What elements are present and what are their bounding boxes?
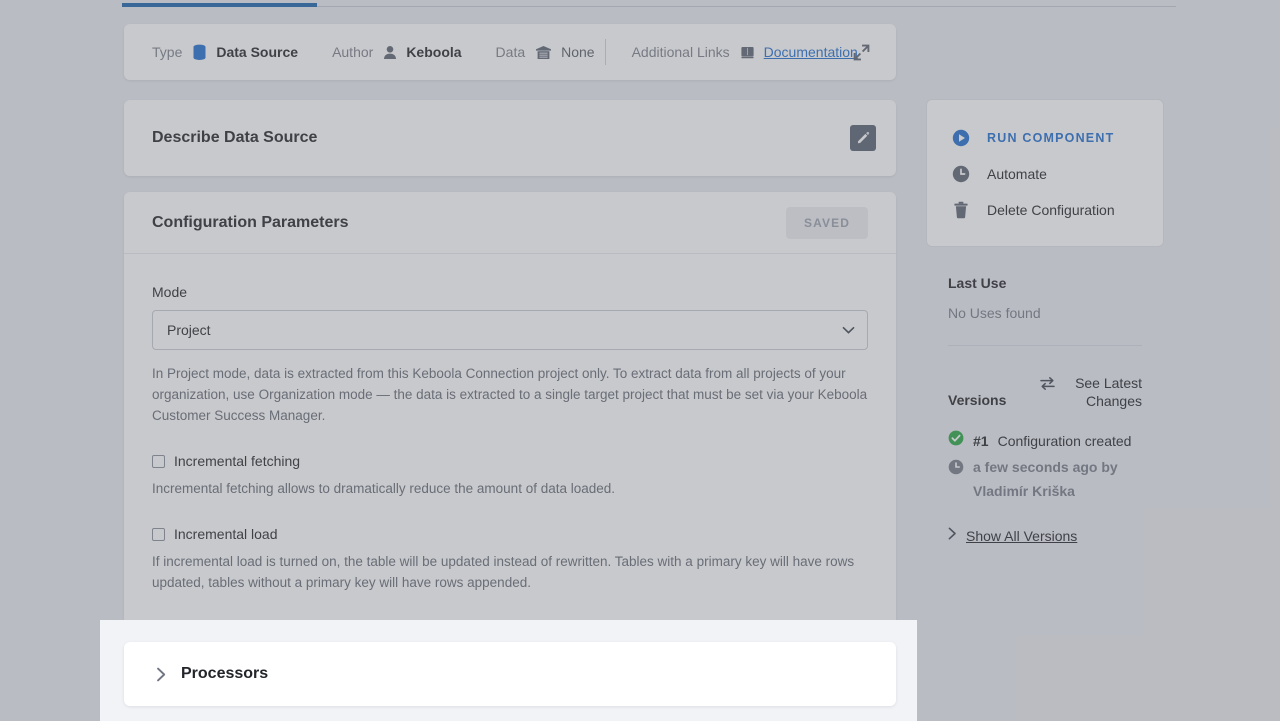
version-number: #1 [973,433,989,449]
version-meta-row: a few seconds ago by Vladimír Kriška [948,455,1142,503]
see-latest-changes-label: See Latest Changes [1066,374,1142,410]
incremental-load-label[interactable]: Incremental load [174,526,278,542]
clock-icon [948,459,964,480]
show-all-versions-label[interactable]: Show All Versions [966,528,1077,544]
warehouse-icon [535,45,552,60]
versions-title: Versions [948,392,1006,408]
meta-type: Type Data Source [152,44,298,61]
configuration-parameters-title: Configuration Parameters [152,214,348,232]
incremental-fetching-row[interactable]: Incremental fetching [152,453,868,469]
processors-card[interactable]: Processors [124,642,896,706]
version-author: Vladimír Kriška [973,483,1075,499]
clock-icon [951,164,971,184]
check-circle-icon [948,430,964,451]
see-latest-changes-button[interactable]: See Latest Changes [1039,374,1142,410]
incremental-load-checkbox[interactable] [152,528,165,541]
incremental-load-help: If incremental load is turned on, the ta… [152,551,868,593]
show-all-versions-button[interactable]: Show All Versions [926,527,1164,545]
mode-select[interactable]: Project Organization [152,310,868,350]
version-meta-text: a few seconds ago by Vladimír Kriška [973,455,1142,503]
chevron-right-icon [948,527,957,545]
person-icon [383,45,397,60]
compare-arrows-icon [1039,376,1056,396]
meta-author: Author Keboola [332,44,461,60]
version-time: a few seconds ago by [973,459,1118,475]
automate-label: Automate [987,166,1047,182]
meta-data-value: None [561,44,594,60]
tab-strip [0,0,1280,7]
last-use-value: No Uses found [948,305,1142,321]
book-icon [740,45,755,60]
meta-data: Data None [496,44,595,60]
run-component-label: RUN COMPONENT [987,131,1114,145]
versions-header: Versions See Latest Changes [926,374,1164,410]
delete-configuration-label: Delete Configuration [987,202,1115,218]
configuration-parameters-header: Configuration Parameters SAVED [124,192,896,254]
processors-title: Processors [181,665,268,683]
actions-card: RUN COMPONENT Automate [926,99,1164,247]
sidebar-divider [948,345,1142,346]
meta-author-value: Keboola [406,44,461,60]
incremental-fetching-help: Incremental fetching allows to dramatica… [152,478,868,499]
meta-data-label: Data [496,44,526,60]
chevron-right-icon[interactable] [156,667,167,682]
status-badge: SAVED [786,207,868,239]
delete-configuration-button[interactable]: Delete Configuration [927,192,1163,228]
active-tab-underline [122,3,317,7]
pencil-icon[interactable] [850,125,876,151]
meta-type-value: Data Source [216,44,298,60]
meta-type-label: Type [152,44,182,60]
processors-panel: Processors [100,620,917,721]
meta-links-label: Additional Links [632,44,730,60]
last-use-title: Last Use [948,275,1142,291]
version-title-row: #1 Configuration created [948,430,1142,451]
incremental-load-row[interactable]: Incremental load [152,526,868,542]
expand-icon[interactable] [846,37,876,67]
configuration-parameters-body: Mode Project Organization In Project mod… [124,254,896,627]
meta-additional-links: Additional Links Documentation [632,44,858,60]
documentation-link[interactable]: Documentation [764,44,858,60]
main-content-column: Type Data Source Author [124,24,896,627]
component-meta-bar: Type Data Source Author [124,24,896,80]
version-list-item: #1 Configuration created a few seconds a… [926,430,1164,503]
meta-divider [605,39,606,65]
right-sidebar: RUN COMPONENT Automate [926,99,1164,545]
run-component-button[interactable]: RUN COMPONENT [927,120,1163,156]
configuration-parameters-card: Configuration Parameters SAVED Mode Proj… [124,192,896,627]
describe-title: Describe Data Source [152,129,317,147]
meta-author-label: Author [332,44,373,60]
incremental-fetching-checkbox[interactable] [152,455,165,468]
describe-data-source-card: Describe Data Source [124,100,896,176]
page-backdrop: Type Data Source Author [0,0,1280,721]
mode-help-text: In Project mode, data is extracted from … [152,363,868,426]
mode-select-wrapper: Project Organization [152,310,868,350]
last-use-block: Last Use No Uses found [926,275,1164,321]
trash-icon [951,200,971,220]
version-description: Configuration created [998,433,1132,449]
play-circle-icon [951,128,971,148]
database-icon [192,44,207,61]
mode-label: Mode [152,284,868,300]
incremental-fetching-label[interactable]: Incremental fetching [174,453,300,469]
automate-button[interactable]: Automate [927,156,1163,192]
